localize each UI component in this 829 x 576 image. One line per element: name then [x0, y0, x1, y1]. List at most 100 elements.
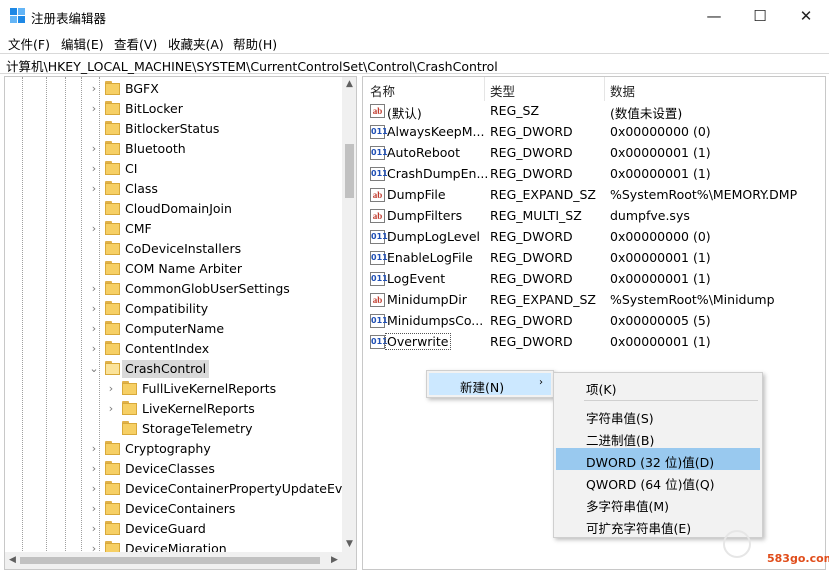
folder-icon	[105, 181, 120, 196]
scroll-right-icon[interactable]: ▶	[327, 555, 342, 565]
value-row[interactable]: 011 Overwrite REG_DWORD 0x00000001 (1)	[363, 332, 825, 353]
tree-item-label: BitLocker	[125, 101, 183, 116]
tree-item[interactable]: ⌄ CrashControl	[5, 359, 345, 379]
tree-item[interactable]: › ContentIndex	[5, 339, 345, 359]
value-data: 0x00000001 (1)	[610, 271, 711, 286]
value-row[interactable]: 011 DumpLogLevel REG_DWORD 0x00000000 (0)	[363, 227, 825, 248]
menu-file[interactable]: 文件(F)	[8, 34, 50, 53]
tree-item[interactable]: › LiveKernelReports	[5, 399, 345, 419]
chevron-down-icon[interactable]: ⌄	[89, 362, 99, 376]
context-menu-new[interactable]: 新建(N) ›	[429, 373, 551, 395]
column-data-header[interactable]: 数据	[610, 81, 635, 100]
submenu-item-label: DWORD (32 位)值(D)	[586, 455, 715, 470]
folder-icon	[122, 401, 137, 416]
chevron-right-icon[interactable]: ›	[89, 222, 99, 236]
tree-horizontal-scrollbar[interactable]: ◀ ▶	[5, 552, 342, 569]
minimize-button[interactable]: —	[691, 0, 737, 32]
chevron-right-icon[interactable]: ›	[89, 462, 99, 476]
value-row[interactable]: 011 EnableLogFile REG_DWORD 0x00000001 (1)	[363, 248, 825, 269]
tree-item[interactable]: › CommonGlobUserSettings	[5, 279, 345, 299]
scroll-down-icon[interactable]: ▼	[342, 539, 356, 549]
tree-item[interactable]: › DeviceGuard	[5, 519, 345, 539]
string-value-icon: ab	[370, 293, 385, 307]
menu-view[interactable]: 查看(V)	[114, 34, 157, 53]
tree-item[interactable]: › DeviceContainerPropertyUpdateEvents	[5, 479, 356, 499]
chevron-right-icon[interactable]: ›	[89, 182, 99, 196]
chevron-right-icon[interactable]: ›	[89, 342, 99, 356]
value-type: REG_DWORD	[490, 334, 573, 349]
submenu-item[interactable]: DWORD (32 位)值(D)	[556, 448, 760, 470]
chevron-right-icon[interactable]: ›	[89, 522, 99, 536]
value-name: AlwaysKeepM...	[387, 124, 485, 139]
menu-favorites[interactable]: 收藏夹(A)	[168, 34, 224, 53]
value-row[interactable]: 011 LogEvent REG_DWORD 0x00000001 (1)	[363, 269, 825, 290]
chevron-right-icon[interactable]: ›	[89, 302, 99, 316]
value-type: REG_DWORD	[490, 166, 573, 181]
tree-item[interactable]: › Compatibility	[5, 299, 345, 319]
tree-item[interactable]: › CI	[5, 159, 345, 179]
folder-icon	[105, 201, 120, 216]
tree-item[interactable]: › DeviceContainers	[5, 499, 345, 519]
tree-vertical-scrollbar[interactable]: ▲ ▼	[342, 77, 356, 552]
tree-item[interactable]: › Class	[5, 179, 345, 199]
tree-item[interactable]: › ComputerName	[5, 319, 345, 339]
tree-item[interactable]: › FullLiveKernelReports	[5, 379, 345, 399]
chevron-right-icon[interactable]: ›	[106, 402, 116, 416]
submenu-item[interactable]: QWORD (64 位)值(Q)	[556, 470, 760, 492]
chevron-right-icon[interactable]: ›	[89, 442, 99, 456]
chevron-right-icon[interactable]: ›	[89, 142, 99, 156]
watermark-text: 583go.com	[767, 552, 829, 565]
submenu-item[interactable]: 多字符串值(M)	[556, 492, 760, 514]
close-button[interactable]: ✕	[783, 0, 829, 32]
address-bar[interactable]: 计算机\HKEY_LOCAL_MACHINE\SYSTEM\CurrentCon…	[0, 53, 829, 74]
window-title: 注册表编辑器	[31, 11, 107, 26]
key-tree-pane[interactable]: › BGFX › BitLocker BitlockerStatus › Bluetooth…	[4, 76, 357, 570]
tree-item-label: ComputerName	[125, 321, 225, 336]
value-row[interactable]: 011 AutoReboot REG_DWORD 0x00000001 (1)	[363, 143, 825, 164]
tree-item[interactable]: › Cryptography	[5, 439, 345, 459]
column-type-header[interactable]: 类型	[490, 81, 515, 100]
tree-item[interactable]: StorageTelemetry	[5, 419, 345, 439]
chevron-right-icon[interactable]: ›	[106, 382, 116, 396]
menu-edit[interactable]: 编辑(E)	[61, 34, 104, 53]
tree-hscroll-thumb[interactable]	[20, 557, 320, 564]
chevron-right-icon[interactable]: ›	[89, 482, 99, 496]
tree-item[interactable]: CoDeviceInstallers	[5, 239, 345, 259]
tree-item[interactable]: › CMF	[5, 219, 345, 239]
submenu-item-key[interactable]: 项(K)	[556, 375, 760, 397]
scroll-up-icon[interactable]: ▲	[342, 79, 356, 89]
chevron-right-icon[interactable]: ›	[89, 502, 99, 516]
value-row[interactable]: ab MinidumpDir REG_EXPAND_SZ %SystemRoot%\M…	[363, 290, 825, 311]
column-name-header[interactable]: 名称	[370, 81, 395, 100]
value-row[interactable]: ab (默认) REG_SZ (数值未设置)	[363, 101, 825, 122]
tree-item-label: CrashControl	[122, 360, 210, 378]
value-row[interactable]: 011 MinidumpsCo... REG_DWORD 0x00000005 (5)	[363, 311, 825, 332]
menu-help[interactable]: 帮助(H)	[233, 34, 277, 53]
maximize-button[interactable]: ☐	[737, 0, 783, 32]
scroll-left-icon[interactable]: ◀	[5, 555, 20, 565]
tree-item-label: BitlockerStatus	[125, 121, 220, 136]
tree-vscroll-thumb[interactable]	[345, 144, 354, 198]
chevron-right-icon[interactable]: ›	[89, 82, 99, 96]
tree-item[interactable]: › DeviceClasses	[5, 459, 345, 479]
binary-value-icon: 011	[370, 251, 388, 265]
address-path[interactable]: 计算机\HKEY_LOCAL_MACHINE\SYSTEM\CurrentCon…	[6, 56, 498, 75]
tree-item[interactable]: BitlockerStatus	[5, 119, 345, 139]
value-row[interactable]: ab DumpFilters REG_MULTI_SZ dumpfve.sys	[363, 206, 825, 227]
submenu-item[interactable]: 字符串值(S)	[556, 404, 760, 426]
chevron-right-icon[interactable]: ›	[89, 282, 99, 296]
tree-item[interactable]: CloudDomainJoin	[5, 199, 345, 219]
tree-item[interactable]: › Bluetooth	[5, 139, 345, 159]
value-row[interactable]: ab DumpFile REG_EXPAND_SZ %SystemRoot%\MEMO…	[363, 185, 825, 206]
submenu-item-key-label: 项(K)	[586, 382, 617, 397]
tree-item[interactable]: › BGFX	[5, 79, 345, 99]
chevron-right-icon[interactable]: ›	[89, 322, 99, 336]
submenu-item[interactable]: 二进制值(B)	[556, 426, 760, 448]
tree-item[interactable]: › BitLocker	[5, 99, 345, 119]
value-type: REG_SZ	[490, 103, 540, 118]
value-row[interactable]: 011 CrashDumpEn... REG_DWORD 0x00000001 (1)	[363, 164, 825, 185]
chevron-right-icon[interactable]: ›	[89, 162, 99, 176]
value-row[interactable]: 011 AlwaysKeepM... REG_DWORD 0x00000000 (0)	[363, 122, 825, 143]
tree-item[interactable]: COM Name Arbiter	[5, 259, 345, 279]
chevron-right-icon[interactable]: ›	[89, 102, 99, 116]
